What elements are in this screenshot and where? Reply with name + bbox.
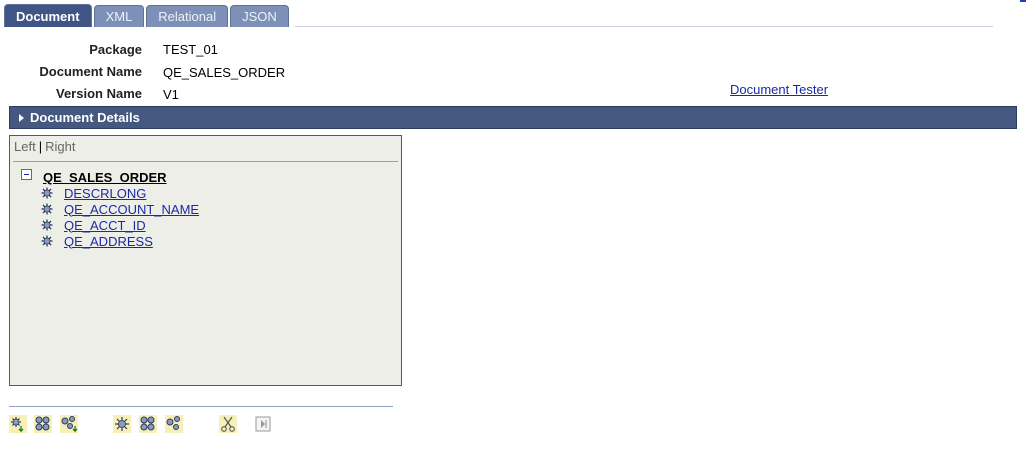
view-right-option[interactable]: Right (45, 139, 75, 154)
tab-xml[interactable]: XML (93, 5, 145, 27)
tree-root-node[interactable]: QE_SALES_ORDER (43, 170, 167, 185)
expand-triangle-icon (19, 113, 24, 122)
toolbar-divider (9, 406, 393, 407)
version-name-label: Version Name (56, 86, 142, 101)
element-node-icon (41, 219, 53, 231)
tab-json[interactable]: JSON (230, 5, 289, 27)
tab-json-label: JSON (242, 9, 277, 24)
corner-mark (1020, 0, 1026, 2)
tree-node-link[interactable]: QE_ACCT_ID (64, 218, 146, 233)
document-name-value: QE_SALES_ORDER (163, 65, 286, 80)
cut-icon[interactable] (219, 415, 237, 433)
add-compound-icon[interactable] (60, 415, 78, 433)
tree-node: DESCRLONG (41, 185, 146, 201)
element-node-icon (41, 235, 53, 247)
tree-node-link[interactable]: DESCRLONG (64, 186, 146, 201)
insert-collection-icon[interactable] (139, 415, 157, 433)
tree-node: QE_ACCOUNT_NAME (41, 201, 199, 217)
tab-relational-label: Relational (158, 9, 217, 24)
tab-relational[interactable]: Relational (146, 5, 229, 27)
collapse-minus-icon[interactable] (21, 169, 32, 180)
document-name-label: Document Name (39, 64, 142, 79)
element-node-icon (41, 187, 53, 199)
package-label: Package (89, 42, 142, 57)
insert-element-icon[interactable] (113, 415, 131, 433)
add-child-element-icon[interactable] (9, 415, 27, 433)
view-left-option[interactable]: Left (14, 139, 36, 154)
tree-panel: Left | Right QE_SALES_ORDER DESCRLONG QE_A… (9, 135, 402, 386)
tree-node: QE_ADDRESS (41, 233, 153, 249)
tab-xml-label: XML (105, 9, 133, 24)
tab-strip: Document XML Relational JSON (4, 4, 291, 27)
tree-node: QE_ACCT_ID (41, 217, 146, 233)
view-separator: | (38, 139, 43, 154)
document-tester-link[interactable]: Document Tester (730, 82, 828, 97)
document-details-section[interactable]: Document Details (9, 106, 1017, 129)
insert-compound-icon[interactable] (165, 415, 183, 433)
tab-document[interactable]: Document (4, 4, 92, 27)
tree-divider (13, 161, 398, 162)
add-collection-icon[interactable] (34, 415, 52, 433)
paste-icon[interactable] (254, 415, 272, 433)
element-node-icon (41, 203, 53, 215)
section-title: Document Details (30, 110, 140, 125)
tab-document-label: Document (16, 8, 80, 24)
package-value: TEST_01 (163, 42, 218, 57)
view-toggle: Left | Right (14, 139, 75, 154)
tab-underline (295, 26, 993, 27)
version-name-value: V1 (163, 87, 179, 102)
tree-node-link[interactable]: QE_ACCOUNT_NAME (64, 202, 199, 217)
tree-node-link[interactable]: QE_ADDRESS (64, 234, 153, 249)
